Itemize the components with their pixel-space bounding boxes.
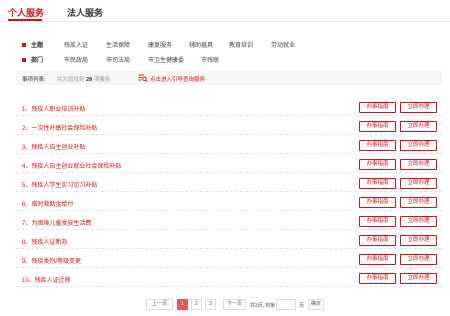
total-pages-text: 共3页,: [250, 303, 265, 309]
service-row: 1、残疾人职业培训补贴 办事指南 立即办理: [16, 99, 442, 116]
page-3-button[interactable]: 3: [205, 299, 216, 310]
theme-filter-label: 主题: [31, 43, 44, 49]
apply-now-button[interactable]: 立即办理: [400, 273, 437, 284]
service-title[interactable]: 9、残疾类别/等级变更: [22, 256, 81, 265]
apply-now-button[interactable]: 立即办理: [400, 197, 437, 208]
service-title[interactable]: 5、残疾人学生实习见习补贴: [22, 180, 97, 189]
service-row: 4、残疾人自主创业就业社会保险补贴 办事指南 立即办理: [16, 156, 442, 173]
department-filter-label: 部门: [31, 58, 44, 64]
apply-now-button[interactable]: 立即办理: [400, 159, 437, 170]
service-title[interactable]: 4、残疾人自主创业就业社会保险补贴: [22, 161, 121, 170]
service-title[interactable]: 1、残疾人职业培训补贴: [22, 104, 85, 113]
dept-filter-justice[interactable]: 市司法局: [106, 55, 130, 64]
results-count: 28: [86, 77, 93, 83]
tab-legal-services[interactable]: 法人服务: [67, 6, 103, 19]
theme-filter-education-training[interactable]: 教育培训: [229, 40, 253, 49]
service-guide-button[interactable]: 办事指南: [359, 235, 396, 246]
service-title[interactable]: 7、为困境儿童发放生活费: [22, 218, 91, 227]
apply-now-button[interactable]: 立即办理: [400, 102, 437, 113]
apply-now-button[interactable]: 立即办理: [400, 178, 437, 189]
dept-filter-health[interactable]: 市卫生健康委: [148, 55, 184, 64]
service-guide-button[interactable]: 办事指南: [359, 216, 396, 227]
service-guide-button[interactable]: 办事指南: [359, 140, 396, 151]
service-guide-button[interactable]: 办事指南: [359, 273, 396, 284]
page-1-button[interactable]: 1: [177, 299, 188, 310]
results-count-text: 共为您找到 28 项服务: [57, 77, 111, 83]
go-to-page-confirm-button[interactable]: 确定: [308, 299, 324, 310]
service-guide-button[interactable]: 办事指南: [359, 159, 396, 170]
service-row: 5、残疾人学生实习见习补贴 办事指南 立即办理: [16, 175, 442, 192]
service-guide-button[interactable]: 办事指南: [359, 178, 396, 189]
theme-bullet-icon: [22, 43, 26, 47]
page-2-button[interactable]: 2: [191, 299, 202, 310]
apply-now-button[interactable]: 立即办理: [400, 140, 437, 151]
guided-search-link[interactable]: 点击进入引导查询服务: [150, 75, 205, 83]
theme-filter-employment[interactable]: 劳动就业: [271, 40, 295, 49]
apply-now-button[interactable]: 立即办理: [400, 254, 437, 265]
service-type-tabs: 个人服务 法人服务: [0, 0, 450, 24]
service-guide-button[interactable]: 办事指南: [359, 102, 396, 113]
next-page-button[interactable]: 下一页: [223, 299, 246, 310]
results-summary-bar: 事项列表: 共为您找到 28 项服务 点击进入引导查询服务: [16, 71, 442, 85]
theme-filter-rehab-services[interactable]: 康复服务: [148, 40, 172, 49]
results-label: 事项列表:: [22, 77, 46, 83]
service-row: 6、临时救助金给付 办事指南 立即办理: [16, 194, 442, 211]
service-row: 10、残疾人证迁移 办事指南 立即办理: [16, 270, 442, 287]
tabs-divider: [0, 21, 450, 22]
service-row: 3、残疾人自主创业补贴 办事指南 立即办理: [16, 137, 442, 154]
service-row: 9、残疾类别/等级变更 办事指南 立即办理: [16, 251, 442, 268]
page-unit-label: 页: [299, 303, 305, 309]
department-filter-row: 部门 市民政局 市司法局 市卫生健康委 市残联: [22, 55, 322, 67]
service-title[interactable]: 3、残疾人自主创业补贴: [22, 142, 85, 151]
dept-filter-civil-affairs[interactable]: 市民政局: [64, 55, 88, 64]
guided-search-icon[interactable]: [138, 74, 148, 82]
prev-page-button[interactable]: 上一页: [146, 299, 173, 310]
service-row: 8、残疾人证新办 办事指南 立即办理: [16, 232, 442, 249]
service-guide-button[interactable]: 办事指南: [359, 121, 396, 132]
page-number-input[interactable]: [276, 299, 296, 310]
apply-now-button[interactable]: 立即办理: [400, 216, 437, 227]
service-title[interactable]: 10、残疾人证迁移: [22, 275, 71, 284]
service-title[interactable]: 2、一次性补缴社会保险补贴: [22, 123, 97, 132]
apply-now-button[interactable]: 立即办理: [400, 121, 437, 132]
dept-filter-disabled-federation[interactable]: 市残联: [201, 55, 219, 64]
service-row: 7、为困境儿童发放生活费 办事指南 立即办理: [16, 213, 442, 230]
theme-filter-assistive-devices[interactable]: 辅助器具: [189, 40, 213, 49]
service-title[interactable]: 8、残疾人证新办: [22, 237, 67, 246]
apply-now-button[interactable]: 立即办理: [400, 235, 437, 246]
service-guide-button[interactable]: 办事指南: [359, 254, 396, 265]
theme-filter-living-support[interactable]: 生活保障: [106, 40, 130, 49]
goto-page-label: 到第: [265, 303, 276, 309]
theme-filter-disability-card[interactable]: 残疾人证: [64, 40, 88, 49]
tab-personal-services[interactable]: 个人服务: [8, 6, 44, 19]
service-title[interactable]: 6、临时救助金给付: [22, 199, 73, 208]
theme-filter-row: 主题 残疾人证 生活保障 康复服务 辅助器具 教育培训 劳动就业: [22, 40, 322, 52]
service-row: 2、一次性补缴社会保险补贴 办事指南 立即办理: [16, 118, 442, 135]
department-bullet-icon: [22, 58, 26, 62]
service-guide-button[interactable]: 办事指南: [359, 197, 396, 208]
